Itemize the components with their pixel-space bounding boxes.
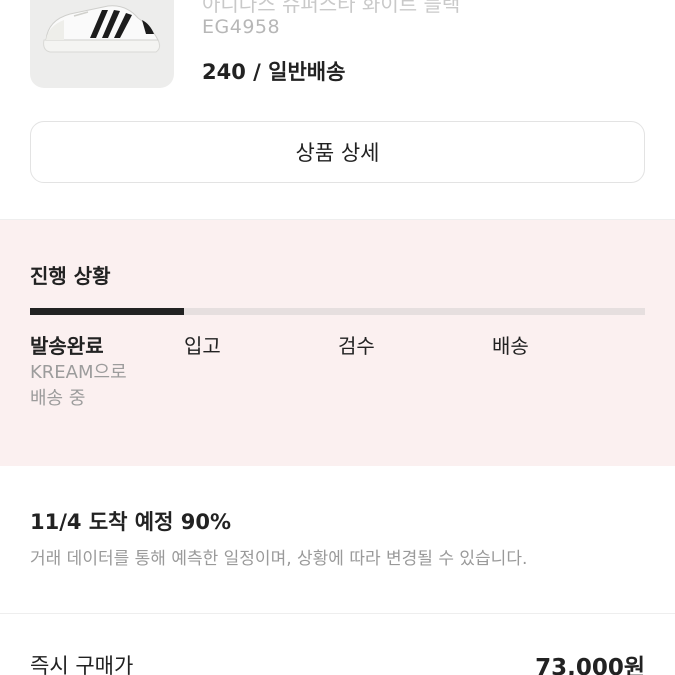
product-option: 240 / 일반배송 xyxy=(202,60,346,84)
step-delivery: 배송 xyxy=(492,334,529,358)
price-row: 즉시 구매가 73,000원 xyxy=(0,614,675,675)
status-line-1: KREAM으로 xyxy=(30,362,127,383)
price-label: 즉시 구매가 xyxy=(30,654,134,675)
eta-description: 거래 데이터를 통해 예측한 일정이며, 상황에 따라 변경될 수 있습니다. xyxy=(30,549,528,569)
eta-title: 11/4 도착 예정 90% xyxy=(30,510,231,534)
eta-section: 11/4 도착 예정 90% 거래 데이터를 통해 예측한 일정이며, 상황에 … xyxy=(0,466,675,616)
price-value: 73,000원 xyxy=(535,655,645,675)
product-summary: 아디다스 슈퍼스타 화이트 블랙 EG4958 240 / 일반배송 xyxy=(0,0,675,110)
progress-fill xyxy=(30,308,184,315)
step-shipped: 발송완료 xyxy=(30,334,104,358)
step-status-text: KREAM으로 배송 중 xyxy=(30,360,127,412)
step-inspection: 검수 xyxy=(338,334,375,358)
product-code: EG4958 xyxy=(202,16,281,38)
product-thumbnail[interactable] xyxy=(30,0,174,88)
progress-section: 진행 상황 발송완료 입고 검수 배송 KREAM으로 배송 중 xyxy=(0,220,675,466)
sneaker-image xyxy=(43,5,161,53)
product-name: 아디다스 슈퍼스타 화이트 블랙 xyxy=(202,0,461,16)
status-line-2: 배송 중 xyxy=(30,388,86,409)
step-received: 입고 xyxy=(184,334,221,358)
product-detail-button[interactable]: 상품 상세 xyxy=(30,121,645,183)
progress-track xyxy=(30,308,645,315)
progress-title: 진행 상황 xyxy=(30,264,111,288)
